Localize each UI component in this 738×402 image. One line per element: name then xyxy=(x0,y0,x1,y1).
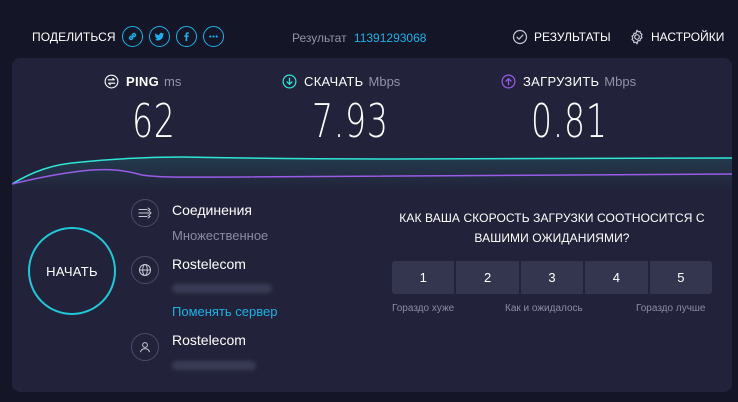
result-label: Результат xyxy=(292,31,347,45)
upload-icon xyxy=(501,74,516,88)
results-panel: PING ms 62 СКАЧАТЬ Mbps 7.93 ЗАГРУЗИТЬ M… xyxy=(12,58,732,392)
rating-option-4[interactable]: 4 xyxy=(585,261,648,294)
isp-name: Rostelecom xyxy=(172,256,246,272)
link-icon[interactable] xyxy=(122,26,143,47)
share-buttons xyxy=(122,26,224,47)
rating-label-mid: Как и ожидалось xyxy=(505,303,583,314)
results-button[interactable]: РЕЗУЛЬТАТЫ xyxy=(512,29,611,45)
rating-option-5[interactable]: 5 xyxy=(649,261,713,294)
user-icon xyxy=(131,333,159,361)
check-circle-icon xyxy=(512,29,528,45)
connections-value: Множественное xyxy=(172,228,269,243)
download-unit: Mbps xyxy=(368,73,401,89)
facebook-icon[interactable] xyxy=(176,26,197,47)
settings-button[interactable]: НАСТРОЙКИ xyxy=(629,29,724,45)
download-value: 7.93 xyxy=(312,94,389,148)
rating-label-high: Гораздо лучше xyxy=(636,303,706,314)
rating-scale: 1 2 3 4 5 xyxy=(392,261,713,294)
download-label: СКАЧАТЬ xyxy=(304,73,364,89)
upload-metric: ЗАГРУЗИТЬ Mbps 0.81 xyxy=(501,72,637,148)
speed-graph xyxy=(12,156,732,190)
share-label: ПОДЕЛИТЬСЯ xyxy=(32,30,116,44)
change-server-link[interactable]: Поменять сервер xyxy=(172,304,277,319)
connections-icon xyxy=(131,199,159,227)
start-button[interactable]: НАЧАТЬ xyxy=(28,227,116,315)
upload-label: ЗАГРУЗИТЬ xyxy=(523,73,600,89)
survey-question: КАК ВАША СКОРОСТЬ ЗАГРУЗКИ СООТНОСИТСЯ С… xyxy=(399,211,705,245)
gear-icon xyxy=(631,29,643,45)
download-icon xyxy=(282,74,297,88)
more-icon[interactable] xyxy=(203,26,224,47)
download-graph-area xyxy=(12,157,732,190)
globe-icon xyxy=(131,256,159,284)
top-bar: ПОДЕЛИТЬСЯ Результат 11391293068 РЕЗУЛЬТ… xyxy=(0,0,738,58)
host-name: Rostelecom xyxy=(172,332,246,348)
settings-label: НАСТРОЙКИ xyxy=(651,30,725,44)
ping-value: 62 xyxy=(132,94,176,148)
redacted-ip xyxy=(172,284,272,293)
twitter-icon[interactable] xyxy=(149,26,170,47)
upload-value: 0.81 xyxy=(531,94,608,148)
ping-icon xyxy=(104,74,119,88)
result-info: Результат 11391293068 xyxy=(292,31,426,45)
rating-option-2[interactable]: 2 xyxy=(456,261,519,294)
connections-title: Соединения xyxy=(172,202,253,218)
redacted-host-location xyxy=(172,361,256,370)
rating-option-3[interactable]: 3 xyxy=(520,261,584,294)
download-metric: СКАЧАТЬ Mbps 7.93 xyxy=(282,72,418,148)
ping-unit: ms xyxy=(163,73,182,89)
rating-label-low: Гораздо хуже xyxy=(392,303,455,314)
rating-option-1[interactable]: 1 xyxy=(392,261,455,294)
upload-unit: Mbps xyxy=(604,73,637,89)
ping-metric: PING ms 62 xyxy=(104,72,193,148)
result-id-link[interactable]: 11391293068 xyxy=(354,31,427,45)
ping-label: PING xyxy=(126,73,159,89)
results-label: РЕЗУЛЬТАТЫ xyxy=(534,30,611,44)
